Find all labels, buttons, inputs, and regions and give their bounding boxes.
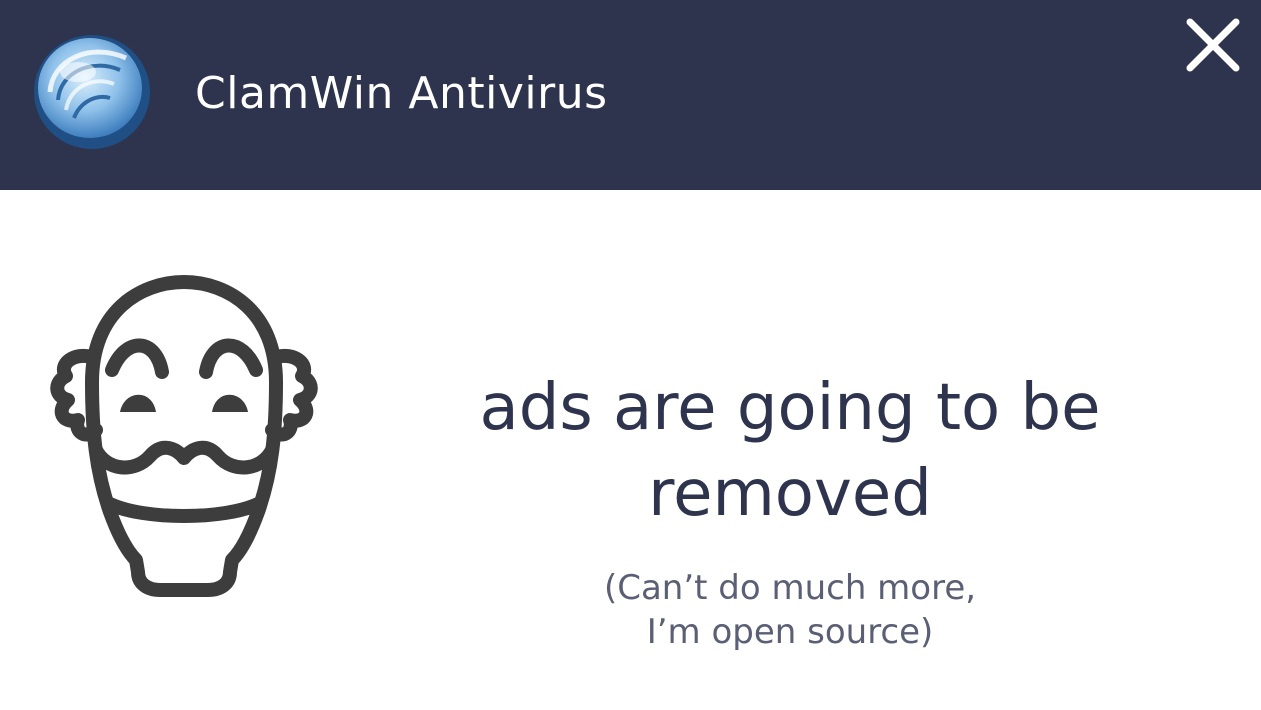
window-header: ClamWin Antivirus [0, 0, 1261, 190]
open-source-note: (Can’t do much more, I’m open source) [603, 568, 977, 652]
ads-removal-message: ads are going to be removed [479, 371, 1101, 531]
app-title: ClamWin Antivirus [195, 68, 608, 119]
close-icon[interactable] [1180, 12, 1246, 78]
guy-fawkes-mask-icon [50, 275, 318, 597]
ad-window: ClamWin Antivirus ads are going to be re… [0, 0, 1261, 710]
clamwin-logo-icon [34, 35, 150, 149]
